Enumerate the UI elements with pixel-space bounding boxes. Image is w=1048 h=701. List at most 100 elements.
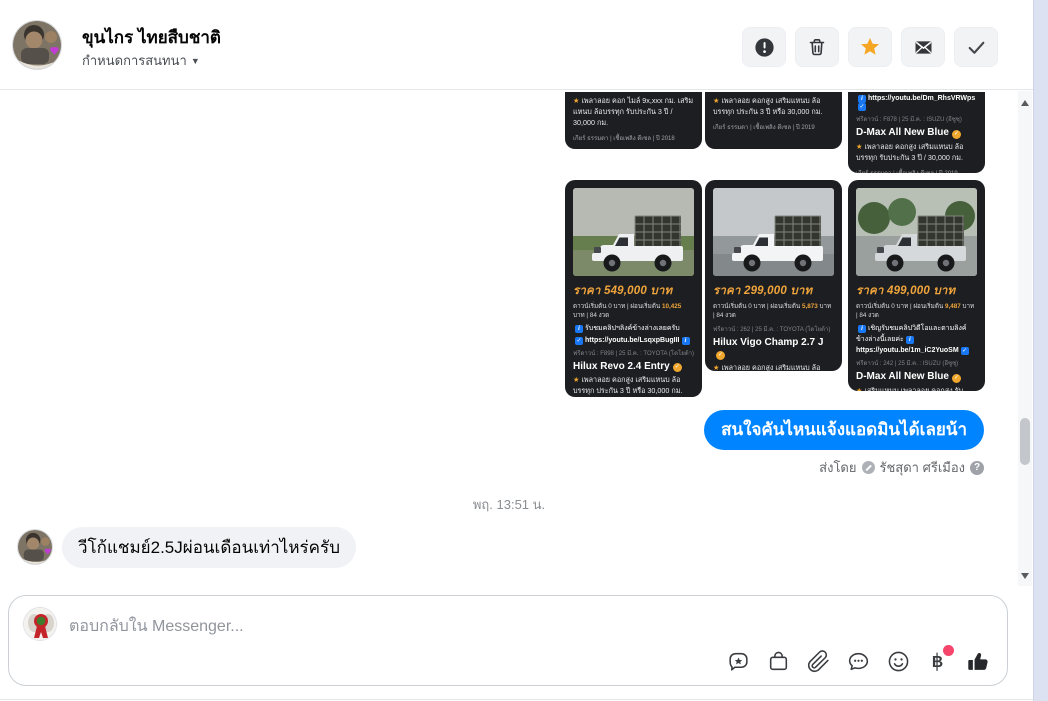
sender-avatar-photo — [18, 530, 52, 564]
contact-avatar[interactable] — [12, 20, 62, 70]
finance-line: ดาวน์เริ่มต้น 0 บาท | ผ่อนเริ่มต้น 5,873… — [713, 303, 832, 319]
car-description: ★ เพลาลอย คอกสูง เสริมแหนบ ล้อบรรทุก ประ… — [713, 362, 821, 372]
sent-by-label: ส่งโดย — [819, 460, 857, 475]
page-logo — [24, 608, 56, 640]
thumbs-up-icon — [968, 652, 988, 670]
window-edge-strip — [1033, 0, 1048, 701]
youtube-link[interactable]: i https://youtu.be/Dm_RhsVRWps✓ — [856, 95, 977, 111]
sender-name: รัชสุดา ศรีเมือง — [879, 460, 966, 475]
car-title: Hilux Revo 2.4 Entry ✓ — [573, 360, 682, 372]
promo-line: i เชิญรับชมคลิปวิดีโอและตามลิงค์ข้างล่างน… — [856, 325, 967, 344]
car-listing-card[interactable]: ราคา 299,000 บาท ดาวน์เริ่มต้น 0 บาท | ผ… — [705, 180, 842, 371]
bottom-divider — [0, 699, 1033, 700]
trash-icon — [809, 39, 825, 56]
report-button[interactable] — [742, 27, 786, 67]
attach-button[interactable] — [806, 649, 831, 674]
contact-name: ขุนไกร ไทยสืบชาติ — [82, 28, 221, 47]
delete-button[interactable] — [795, 27, 839, 67]
paperclip-icon — [807, 650, 829, 673]
sticker-icon — [729, 652, 748, 671]
listing-meta: ฟรีดาวน์ : 242 | 25 มี.ค. : ISUZU (อีซูซ… — [856, 361, 959, 367]
car-photo — [713, 188, 834, 276]
finance-line: ดาวน์เริ่มต้น 0 บาท | ผ่อนเริ่มต้น 10,42… — [573, 303, 682, 319]
info-icon: i — [681, 336, 690, 345]
listing-meta: ฟรีดาวน์ : 262 | 25 มี.ค. : TOYOTA (โตโย… — [713, 327, 831, 333]
conversation-schedule-dropdown[interactable]: กำหนดการสนทนา ▼ — [82, 50, 200, 71]
saved-replies-button[interactable] — [846, 649, 871, 674]
notification-dot — [943, 645, 954, 656]
car-price: ราคา 549,000 บาท — [573, 285, 673, 297]
car-photo — [856, 188, 977, 276]
info-icon: i — [905, 335, 914, 344]
car-description: ★ เพลาลอย คอกสูง เสริมแหนบ ล้อบรรทุก ประ… — [713, 96, 823, 117]
admin-badge-icon — [861, 461, 875, 474]
mark-unread-icon — [915, 40, 931, 54]
promo-line: i รับชมคลิปฯลิงค์ข้างล่างเลยครับ — [573, 324, 694, 335]
like-button[interactable] — [966, 649, 991, 674]
chevron-down-icon: ▼ — [190, 56, 200, 66]
sticker-button[interactable] — [726, 649, 751, 674]
mark-done-button[interactable] — [954, 27, 998, 67]
mark-unread-button[interactable] — [901, 27, 945, 67]
contact-avatar-photo — [13, 21, 61, 69]
car-title: D-Max All New Blue ✓ — [856, 127, 961, 139]
car-price: ราคา 499,000 บาท — [856, 285, 956, 297]
comment-icon — [848, 652, 869, 671]
reply-composer[interactable]: ตอบกลับใน Messenger... — [8, 595, 1008, 686]
listing-meta: ฟรีดาวน์ : F878 | 25 มี.ค. : ISUZU (อีซู… — [856, 117, 962, 123]
sent-by-line: ส่งโดย รัชสุดา ศรีเมือง ? — [819, 457, 984, 478]
timestamp-divider: พฤ. 13:51 น. — [472, 497, 546, 512]
star-icon — [860, 37, 880, 55]
car-listing-card[interactable]: ราคา 549,000 บาท ดาวน์เริ่มต้น 0 บาท | ผ… — [565, 180, 702, 397]
scroll-up-arrow[interactable] — [1021, 100, 1029, 106]
scrollbar-thumb[interactable] — [1020, 418, 1030, 465]
car-description: ★ เสริมแหนบ เพลาลอย คอกสูง รับประกัน 3 ป… — [856, 385, 964, 392]
payment-button[interactable]: B — [926, 645, 954, 674]
shopping-bag-icon — [769, 651, 788, 671]
message-thread: ★ เพลาลอย คอก ไมล์ 9x,xxx กม. เสริมแหนบ … — [0, 91, 1033, 586]
car-listing-card[interactable]: i https://youtu.be/Dm_RhsVRWps✓ ฟรีดาวน์ … — [848, 92, 985, 173]
verified-icon: ✓ — [951, 373, 961, 383]
car-description: ★ เพลาลอย คอก ไมล์ 9x,xxx กม. เสริมแหนบ … — [573, 96, 694, 128]
reply-input[interactable]: ตอบกลับใน Messenger... — [69, 614, 244, 639]
youtube-link[interactable]: https://youtu.be/1m_iC2YuoSM ✓ — [856, 347, 977, 355]
car-title: D-Max All New Blue ✓ — [856, 371, 961, 383]
sent-message-bubble: สนใจคันไหนแจ้งแอดมินได้เลยน้า — [704, 410, 984, 450]
car-listing-card[interactable]: ★ เพลาลอย คอก ไมล์ 9x,xxx กม. เสริมแหนบ … — [565, 92, 702, 149]
info-icon: i — [575, 325, 583, 333]
info-icon: i — [858, 325, 866, 333]
page-avatar — [23, 607, 57, 641]
check-icon: ✓ — [858, 103, 866, 111]
verified-icon: ✓ — [672, 363, 682, 372]
car-description: ★ เพลาลอย คอกสูง เสริมแหนบ ล้อบรรทุก ประ… — [573, 375, 683, 396]
composer-toolbar: B — [726, 645, 991, 674]
car-specs-footer: เกียร์ ธรรมดา | เชื้อเพลิง ดีเซล | ปี 20… — [573, 136, 675, 143]
car-listing-card[interactable]: ★ เพลาลอย คอกสูง เสริมแหนบ ล้อบรรทุก ประ… — [705, 92, 842, 149]
check-icon: ✓ — [575, 336, 583, 345]
emoji-icon — [888, 651, 909, 672]
youtube-link[interactable]: ✓ https://youtu.be/LsqxpBugIII i — [573, 336, 694, 345]
car-photo — [573, 188, 694, 276]
chat-scrollbar[interactable] — [1018, 91, 1032, 586]
verified-icon: ✓ — [716, 350, 725, 360]
shop-bag-button[interactable] — [766, 649, 791, 674]
emoji-button[interactable] — [886, 649, 911, 674]
verified-icon: ✓ — [951, 129, 961, 139]
finance-line: ดาวน์เริ่มต้น 0 บาท | ผ่อนเริ่มต้น 9,487… — [856, 303, 975, 319]
car-description: ★ เพลาลอย คอกสูง เสริมแหนบ ล้อบรรทุก รับ… — [856, 141, 964, 162]
check-icon — [968, 41, 984, 54]
messenger-inbox-page: ขุนไกร ไทยสืบชาติ กำหนดการสนทนา ▼ ★ เพลา… — [0, 0, 1048, 701]
sender-avatar[interactable] — [17, 529, 53, 565]
scroll-down-arrow[interactable] — [1021, 573, 1029, 579]
star-button[interactable] — [848, 27, 892, 67]
help-icon[interactable]: ? — [970, 460, 984, 475]
car-listing-card[interactable]: ราคา 499,000 บาท ดาวน์เริ่มต้น 0 บาท | ผ… — [848, 180, 985, 391]
conversation-header: ขุนไกร ไทยสืบชาติ กำหนดการสนทนา ▼ — [0, 0, 1033, 90]
car-specs-footer: เกียร์ ธรรมดา | เชื้อเพลิง ดีเซล | ปี 20… — [856, 168, 977, 173]
check-icon: ✓ — [960, 347, 969, 355]
car-title: Hilux Vigo Champ 2.7 J✓ — [713, 337, 824, 360]
car-specs-footer: เกียร์ ธรรมดา | เชื้อเพลิง ดีเซล | ปี 20… — [713, 125, 815, 132]
listing-meta: ฟรีดาวน์ : F898 | 25 มี.ค. : TOYOTA (โตโ… — [573, 350, 694, 357]
report-icon — [754, 37, 774, 57]
received-message-bubble: วีโก้แชมย์2.5Jผ่อนเดือนเท่าไหร่ครับ — [62, 527, 356, 568]
